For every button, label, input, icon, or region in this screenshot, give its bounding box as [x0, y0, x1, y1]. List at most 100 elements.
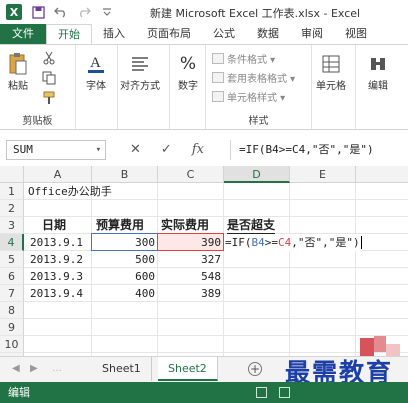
budget-cell[interactable]: 500 — [94, 251, 155, 268]
row-header[interactable]: 2 — [0, 200, 24, 217]
row-header-selected[interactable]: 4 — [0, 234, 24, 251]
gridline — [24, 318, 408, 319]
cell-styles-label: 单元格样式 ▾ — [227, 93, 286, 104]
paste-icon — [6, 51, 30, 77]
normal-view-icon[interactable] — [256, 387, 267, 398]
header-budget[interactable]: 预算费用 — [96, 217, 145, 234]
column-header-e[interactable]: E — [290, 166, 356, 183]
worksheet-grid[interactable]: A B C D E 1 2 3 4 5 6 7 8 9 10 11 Office… — [0, 166, 408, 356]
cells-button[interactable]: 单元格 — [316, 51, 346, 92]
column-header-c[interactable]: C — [158, 166, 224, 183]
column-header-b[interactable]: B — [92, 166, 158, 183]
select-all-corner[interactable] — [0, 166, 24, 183]
enter-icon[interactable]: ✓ — [161, 142, 172, 157]
date-cell[interactable]: 2013.9.3 — [30, 268, 83, 285]
page-layout-view-icon[interactable] — [279, 387, 290, 398]
actual-cell[interactable]: 390 — [160, 234, 221, 251]
status-bar: 编辑 — [0, 382, 408, 403]
tab-home[interactable]: 开始 — [46, 24, 92, 44]
alignment-label: 对齐方式 — [120, 81, 160, 92]
tab-formulas[interactable]: 公式 — [202, 24, 246, 44]
text-cursor — [360, 236, 362, 249]
table-icon — [212, 72, 224, 83]
row-header[interactable]: 8 — [0, 302, 24, 319]
editing-group: 编辑 — [356, 45, 408, 129]
tab-data[interactable]: 数据 — [246, 24, 290, 44]
font-button[interactable]: A 字体 — [84, 51, 108, 92]
column-header-f[interactable] — [356, 166, 408, 183]
status-icons — [256, 387, 290, 398]
cancel-icon[interactable]: ✕ — [130, 142, 141, 157]
ribbon: 粘贴 剪贴板 A 字体 对齐方式 % 数字 条件格式 ▾ 套用表格格式 ▾ 单元… — [0, 44, 408, 130]
row-header[interactable]: 5 — [0, 251, 24, 268]
formula-input[interactable]: =IF(B4>=C4,"否","是") — [230, 140, 406, 160]
actual-cell[interactable]: 327 — [160, 251, 221, 268]
row-header[interactable]: 3 — [0, 217, 24, 234]
sheet-tab-sheet2[interactable]: Sheet2 — [158, 357, 218, 381]
gridline — [223, 183, 224, 356]
actual-cell[interactable]: 548 — [160, 268, 221, 285]
cell-styles-button[interactable]: 单元格样式 ▾ — [212, 89, 285, 104]
svg-text:A: A — [90, 55, 101, 71]
number-button[interactable]: % 数字 — [176, 51, 200, 92]
more-sheets-icon[interactable]: … — [52, 363, 62, 374]
next-sheet-icon[interactable]: ▶ — [30, 363, 38, 374]
font-label: 字体 — [86, 81, 106, 92]
cell-a1[interactable]: Office办公助手 — [28, 183, 112, 200]
row-header[interactable]: 1 — [0, 183, 24, 200]
tab-view[interactable]: 视图 — [334, 24, 378, 44]
tab-review[interactable]: 审阅 — [290, 24, 334, 44]
header-over-budget[interactable]: 是否超支 — [227, 217, 276, 234]
redo-icon[interactable] — [77, 5, 91, 19]
row-header[interactable]: 7 — [0, 285, 24, 302]
find-icon — [366, 51, 390, 77]
paste-label: 粘贴 — [8, 81, 28, 92]
prev-sheet-icon[interactable]: ◀ — [12, 363, 20, 374]
save-icon[interactable] — [31, 5, 45, 19]
tab-page-layout[interactable]: 页面布局 — [136, 24, 202, 44]
actual-cell[interactable]: 389 — [160, 285, 221, 302]
column-header-a[interactable]: A — [24, 166, 92, 183]
date-cell[interactable]: 2013.9.4 — [30, 285, 83, 302]
add-sheet-button[interactable]: + — [248, 362, 262, 376]
date-cell[interactable]: 2013.9.1 — [30, 234, 83, 251]
undo-icon[interactable] — [54, 5, 68, 19]
font-color-icon: A — [84, 51, 108, 77]
tab-insert[interactable]: 插入 — [92, 24, 136, 44]
cut-icon[interactable] — [42, 51, 56, 65]
budget-cell[interactable]: 600 — [94, 268, 155, 285]
copy-icon[interactable] — [42, 71, 56, 85]
name-box-dropdown-icon[interactable]: ▾ — [96, 141, 101, 159]
budget-cell[interactable]: 300 — [94, 234, 155, 251]
header-actual[interactable]: 实际费用 — [161, 217, 210, 234]
gridline — [24, 216, 408, 217]
column-header-d[interactable]: D — [224, 166, 290, 183]
conditional-format-button[interactable]: 条件格式 ▾ — [212, 51, 275, 66]
clipboard-group: 粘贴 剪贴板 — [0, 45, 76, 129]
budget-cell[interactable]: 400 — [94, 285, 155, 302]
formula-ref-c4: C4 — [278, 236, 292, 249]
alignment-button[interactable]: 对齐方式 — [120, 51, 160, 92]
row-header[interactable]: 6 — [0, 268, 24, 285]
date-cell[interactable]: 2013.9.2 — [30, 251, 83, 268]
insert-function-icon[interactable]: fx — [192, 142, 204, 157]
cells-label: 单元格 — [316, 81, 346, 92]
cell-d4-editing[interactable]: =IF(B4>=C4,"否","是") — [224, 234, 362, 251]
conditional-format-icon — [212, 53, 224, 64]
clipboard-group-label: 剪贴板 — [22, 116, 53, 127]
paste-button[interactable]: 粘贴 — [6, 51, 30, 92]
format-painter-icon[interactable] — [42, 91, 56, 105]
customize-quick-access-icon[interactable] — [100, 5, 114, 19]
sheet-tab-sheet1[interactable]: Sheet1 — [92, 357, 152, 381]
title-bar: X 新建 Microsoft Excel 工作表.xlsx - Excel — [0, 0, 408, 24]
editing-label: 编辑 — [368, 81, 388, 92]
ribbon-tabs: 文件 开始 插入 页面布局 公式 数据 审阅 视图 — [0, 24, 408, 44]
tab-file[interactable]: 文件 — [0, 24, 46, 44]
editing-button[interactable]: 编辑 — [366, 51, 390, 92]
header-date[interactable]: 日期 — [42, 217, 66, 234]
alignment-group: 对齐方式 — [118, 45, 170, 129]
row-header[interactable]: 10 — [0, 336, 24, 353]
row-header[interactable]: 9 — [0, 319, 24, 336]
format-as-table-button[interactable]: 套用表格格式 ▾ — [212, 70, 295, 85]
name-box[interactable]: SUM ▾ — [6, 140, 106, 160]
